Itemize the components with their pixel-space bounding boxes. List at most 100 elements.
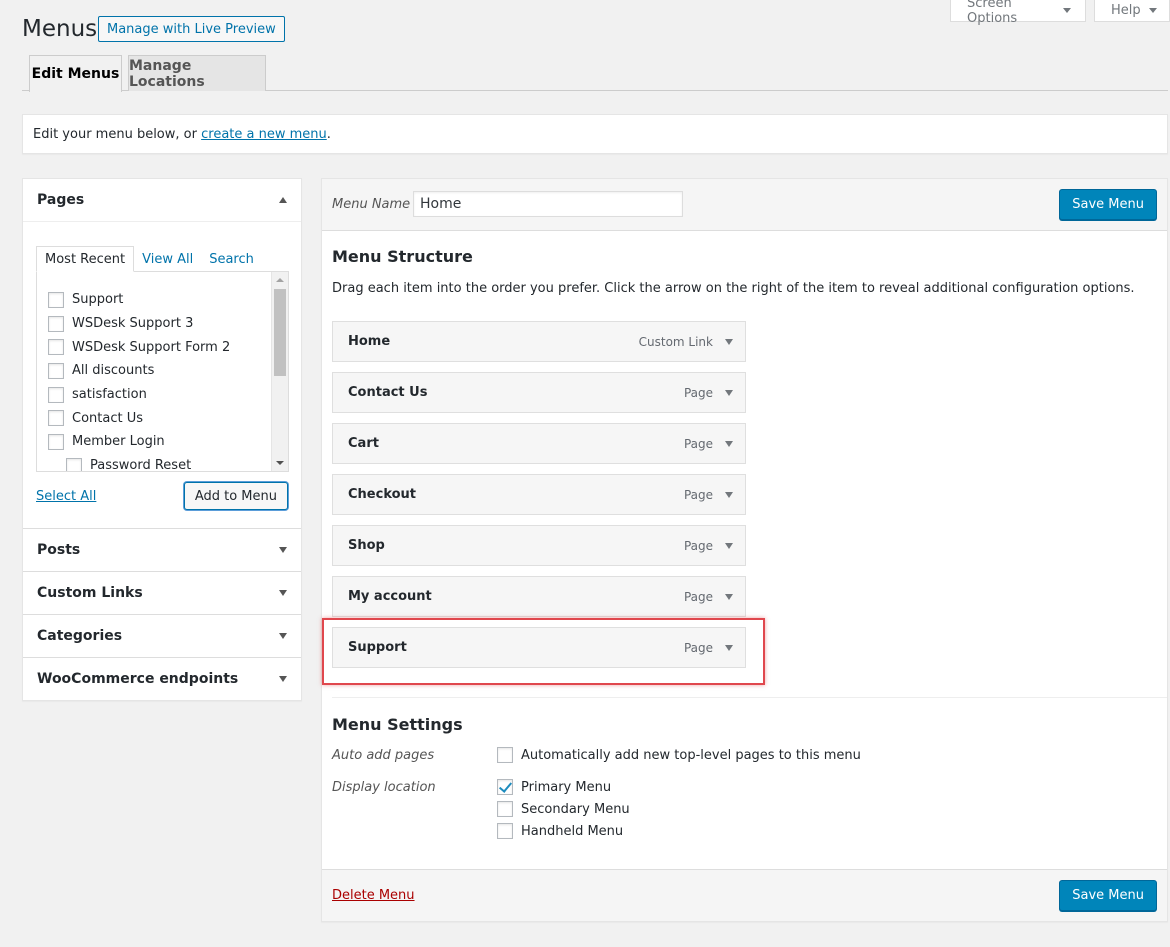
display-location-label: Display location — [332, 780, 436, 795]
expand-arrow-icon[interactable] — [725, 491, 733, 498]
tab-edit-menus[interactable]: Edit Menus — [29, 55, 122, 92]
page-checklist-item[interactable]: WSDesk Support Form 2 — [48, 335, 288, 359]
menu-item[interactable]: My account Page — [332, 576, 746, 617]
menu-item-title: Shop — [348, 538, 385, 553]
page-checkbox[interactable] — [48, 362, 64, 379]
menu-footer: Delete Menu Save Menu — [322, 869, 1167, 921]
page-checklist-item[interactable]: WSDesk Support 3 — [48, 312, 288, 336]
help-button[interactable]: Help — [1094, 0, 1170, 22]
expand-arrow-icon[interactable] — [725, 644, 733, 651]
scroll-down-icon[interactable] — [276, 461, 284, 465]
tab-most-recent[interactable]: Most Recent — [36, 246, 135, 272]
page-checkbox[interactable] — [48, 339, 64, 356]
menu-item-type: Page — [683, 538, 713, 553]
page-checkbox[interactable] — [48, 410, 64, 427]
pages-section-header[interactable]: Pages — [23, 179, 301, 221]
menu-name-label: Menu Name — [332, 197, 411, 212]
location-option[interactable]: Secondary Menu — [497, 801, 630, 817]
menu-item[interactable]: Checkout Page — [332, 474, 746, 515]
create-new-menu-link[interactable]: create a new menu — [201, 127, 327, 142]
select-all-link[interactable]: Select All — [36, 489, 96, 504]
page-checkbox[interactable] — [66, 457, 82, 471]
location-label: Primary Menu — [521, 779, 612, 795]
pages-section: Pages Most Recent View All Search Suppor… — [23, 179, 301, 529]
expand-arrow-icon[interactable] — [725, 542, 733, 549]
page-checklist-item[interactable]: All discounts — [48, 359, 288, 383]
woocommerce-endpoints-section-header[interactable]: WooCommerce endpoints — [23, 658, 301, 700]
screen-options-button[interactable]: Screen Options — [950, 0, 1086, 26]
save-menu-button-top[interactable]: Save Menu — [1059, 189, 1157, 220]
caret-down-icon[interactable] — [279, 547, 287, 553]
custom-links-section-title: Custom Links — [37, 585, 143, 601]
menu-item-type: Page — [683, 385, 713, 400]
pages-section-title: Pages — [37, 192, 85, 208]
categories-section-header[interactable]: Categories — [23, 615, 301, 657]
location-option[interactable]: Handheld Menu — [497, 823, 623, 839]
pages-scrollbar[interactable] — [271, 272, 288, 471]
menu-management: Menu Name Home Save Menu Menu Structure … — [321, 178, 1168, 922]
expand-arrow-icon[interactable] — [725, 338, 733, 345]
manage-live-preview-button[interactable]: Manage with Live Preview — [98, 16, 285, 42]
auto-add-pages-checkbox[interactable] — [497, 747, 513, 763]
auto-add-pages-option[interactable]: Automatically add new top-level pages to… — [497, 747, 861, 763]
caret-down-icon[interactable] — [279, 590, 287, 596]
page-checklist-label: Support — [72, 292, 124, 308]
page-checklist-item[interactable]: Password Reset — [48, 454, 288, 471]
menu-item-title: Contact Us — [348, 385, 428, 400]
menu-item[interactable]: Home Custom Link — [332, 321, 746, 362]
location-label: Secondary Menu — [521, 801, 630, 817]
caret-down-icon[interactable] — [279, 633, 287, 639]
chevron-down-icon — [1148, 8, 1157, 13]
location-option[interactable]: Primary Menu — [497, 779, 611, 795]
categories-section[interactable]: Categories — [23, 615, 301, 658]
page-checkbox[interactable] — [48, 291, 64, 308]
caret-down-icon[interactable] — [279, 676, 287, 682]
intro-text: Edit your menu below, or — [33, 126, 197, 142]
scroll-thumb[interactable] — [274, 289, 286, 376]
page-checklist-label: WSDesk Support 3 — [72, 316, 194, 332]
tab-view-all[interactable]: View All — [134, 246, 201, 272]
expand-arrow-icon[interactable] — [725, 440, 733, 447]
posts-section[interactable]: Posts — [23, 529, 301, 572]
page-checkbox[interactable] — [48, 315, 64, 332]
add-to-menu-button[interactable]: Add to Menu — [183, 482, 288, 510]
pages-list: Support WSDesk Support 3 WSDesk Support Fo… — [37, 272, 288, 471]
posts-section-header[interactable]: Posts — [23, 529, 301, 571]
page-title: Menus — [22, 16, 98, 42]
custom-links-section-header[interactable]: Custom Links — [23, 572, 301, 614]
location-checkbox[interactable] — [497, 823, 513, 839]
intro-notice: Edit your menu below, or create a new me… — [22, 114, 1168, 154]
expand-arrow-icon[interactable] — [725, 389, 733, 396]
page-checklist-item[interactable]: satisfaction — [48, 383, 288, 407]
menu-settings-title: Menu Settings — [332, 715, 463, 734]
menu-item-title: Checkout — [348, 487, 417, 502]
page-checklist-item[interactable]: Member Login — [48, 430, 288, 454]
menu-item[interactable]: Support Page — [332, 627, 746, 668]
delete-menu-link[interactable]: Delete Menu — [332, 888, 415, 903]
menu-item-type: Custom Link — [638, 334, 713, 349]
page-checkbox[interactable] — [48, 433, 64, 450]
tab-manage-locations[interactable]: Manage Locations — [128, 55, 266, 91]
menu-item[interactable]: Cart Page — [332, 423, 746, 464]
page-checkbox[interactable] — [48, 386, 64, 403]
scroll-up-icon[interactable] — [276, 278, 284, 282]
menu-name-input[interactable]: Home — [413, 191, 683, 217]
menu-item[interactable]: Shop Page — [332, 525, 746, 566]
page-checklist-item[interactable]: Support — [48, 288, 288, 312]
tab-search[interactable]: Search — [201, 246, 262, 272]
page-checklist-label: WSDesk Support Form 2 — [72, 339, 231, 355]
woocommerce-endpoints-section[interactable]: WooCommerce endpoints — [23, 658, 301, 700]
pages-actions: Select All Add to Menu — [36, 482, 288, 510]
chevron-down-icon — [1063, 8, 1071, 13]
custom-links-section[interactable]: Custom Links — [23, 572, 301, 615]
save-menu-button-bottom[interactable]: Save Menu — [1059, 880, 1157, 911]
location-checkbox[interactable] — [497, 779, 513, 795]
expand-arrow-icon[interactable] — [725, 593, 733, 600]
caret-up-icon[interactable] — [279, 197, 287, 203]
woocommerce-endpoints-section-title: WooCommerce endpoints — [37, 671, 239, 687]
menu-item-type: Page — [683, 640, 713, 655]
menu-item[interactable]: Contact Us Page — [332, 372, 746, 413]
page-checklist-item[interactable]: Contact Us — [48, 406, 288, 430]
menu-item-title: My account — [348, 589, 432, 604]
location-checkbox[interactable] — [497, 801, 513, 817]
